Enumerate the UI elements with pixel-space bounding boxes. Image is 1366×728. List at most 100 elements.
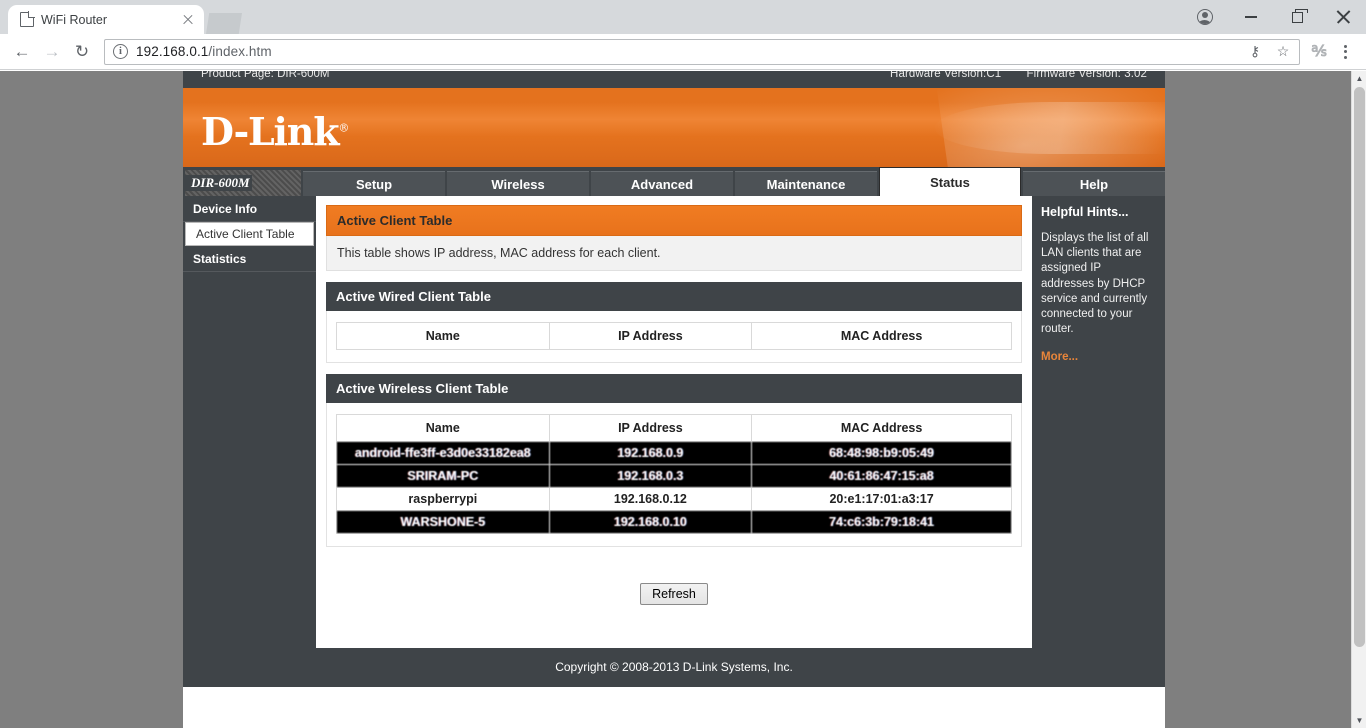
wireless-section-header: Active Wireless Client Table: [326, 374, 1022, 403]
client-ip: 192.168.0.10: [548, 510, 753, 534]
table-row: raspberrypi 192.168.0.12 20:e1:17:01:a3:…: [336, 487, 1012, 511]
maximize-icon: [1291, 8, 1308, 23]
refresh-button[interactable]: Refresh: [640, 583, 708, 605]
close-icon: [1336, 10, 1350, 24]
maximize-button[interactable]: [1274, 0, 1320, 34]
pdf-extension-icon[interactable]: ℁: [1308, 42, 1330, 62]
client-name: raspberrypi: [336, 487, 550, 511]
client-mac: 74:c6:3b:79:18:41: [751, 510, 1012, 534]
client-name: SRIRAM-PC: [336, 464, 550, 488]
client-mac: 68:48:98:b9:05:49: [751, 441, 1012, 465]
model-badge: DIR-600M: [185, 170, 301, 196]
sidebar-item-active-client-table[interactable]: Active Client Table: [185, 222, 314, 246]
sidebar-item-statistics[interactable]: Statistics: [183, 246, 316, 272]
client-name: android-ffe3ff-e3d0e33182ea8: [336, 441, 550, 465]
hints-more-link[interactable]: More...: [1041, 351, 1078, 363]
page-bottom-spacer: [183, 687, 1165, 707]
tab-advanced[interactable]: Advanced: [591, 171, 733, 196]
page-description: This table shows IP address, MAC address…: [326, 236, 1022, 271]
hints-title: Helpful Hints...: [1041, 205, 1129, 219]
new-tab-button[interactable]: [206, 13, 242, 34]
window-controls: [1182, 0, 1366, 34]
wired-client-table: Name IP Address MAC Address: [336, 322, 1012, 350]
url-host: 192.168.0.1: [136, 44, 209, 59]
hardware-version-label: Hardware Version:C1: [890, 71, 1002, 80]
page-footer: Copyright © 2008-2013 D-Link Systems, In…: [183, 648, 1165, 687]
dlink-banner: D-Link®: [183, 88, 1165, 167]
back-button[interactable]: ←: [8, 38, 36, 66]
site-info-icon[interactable]: i: [113, 44, 128, 59]
tab-wireless[interactable]: Wireless: [447, 171, 589, 196]
minimize-button[interactable]: [1228, 0, 1274, 34]
save-password-key-icon[interactable]: ⚷: [1245, 42, 1265, 62]
tab-setup[interactable]: Setup: [303, 171, 445, 196]
wired-table-wrapper: Name IP Address MAC Address: [326, 311, 1022, 363]
vertical-scrollbar[interactable]: ▲ ▼: [1351, 71, 1366, 728]
table-row: WARSHONE-5 192.168.0.10 74:c6:3b:79:18:4…: [336, 510, 1012, 534]
tab-title: WiFi Router: [41, 12, 107, 27]
tab-maintenance[interactable]: Maintenance: [735, 171, 877, 196]
url-path: /index.htm: [208, 44, 272, 59]
client-name: WARSHONE-5: [336, 510, 550, 534]
wireless-client-table: Name IP Address MAC Address android-ffe3…: [336, 414, 1012, 534]
close-tab-icon[interactable]: [180, 12, 196, 28]
sidebar-item-device-info[interactable]: Device Info: [183, 196, 316, 222]
refresh-button-container: Refresh: [326, 547, 1022, 605]
forward-arrow-icon: →: [43, 41, 61, 61]
main-navigation: DIR-600M Setup Wireless Advanced Mainten…: [183, 167, 1165, 196]
scroll-up-arrow-icon[interactable]: ▲: [1352, 71, 1366, 86]
column-header-ip: IP Address: [548, 414, 753, 442]
table-row: android-ffe3ff-e3d0e33182ea8 192.168.0.9…: [336, 441, 1012, 465]
client-mac: 40:61:86:47:15:a8: [751, 464, 1012, 488]
scroll-down-arrow-icon[interactable]: ▼: [1352, 713, 1366, 728]
client-ip: 192.168.0.12: [548, 487, 753, 511]
dlink-logo: D-Link®: [201, 109, 349, 154]
address-bar[interactable]: i 192.168.0.1/index.htm ⚷ ☆: [104, 38, 1300, 65]
nav-tab-list: Setup Wireless Advanced Maintenance Stat…: [303, 167, 1165, 196]
bookmark-star-icon[interactable]: ☆: [1273, 42, 1293, 62]
product-page-label: Product Page: DIR-600M: [201, 71, 330, 80]
column-header-name: Name: [336, 322, 550, 350]
version-info: Hardware Version:C1 Firmware Version: 3.…: [868, 71, 1147, 80]
firmware-version-label: Firmware Version: 3.02: [1026, 71, 1147, 80]
column-header-mac: MAC Address: [751, 414, 1012, 442]
page-title: Active Client Table: [326, 205, 1022, 236]
url-text: 192.168.0.1/index.htm: [136, 44, 1237, 59]
tab-status[interactable]: Status: [879, 167, 1021, 196]
brand-name: D-Link: [201, 109, 340, 154]
back-arrow-icon: ←: [13, 41, 31, 61]
registered-mark-icon: ®: [338, 121, 349, 135]
reload-icon: ↻: [74, 41, 90, 61]
wireless-table-body: android-ffe3ff-e3d0e33182ea8 192.168.0.9…: [336, 441, 1012, 534]
wireless-table-wrapper: Name IP Address MAC Address android-ffe3…: [326, 403, 1022, 547]
close-window-button[interactable]: [1320, 0, 1366, 34]
column-header-ip: IP Address: [548, 322, 753, 350]
browser-window: WiFi Router ← → ↻ i 192.168.0.1/index.ht: [0, 0, 1366, 728]
table-header-row: Name IP Address MAC Address: [336, 414, 1012, 442]
account-icon: [1197, 9, 1213, 25]
forward-button[interactable]: →: [38, 38, 66, 66]
sidebar: Device Info Active Client Table Statisti…: [183, 196, 316, 648]
hints-body: Displays the list of all LAN clients tha…: [1041, 232, 1149, 336]
profile-button[interactable]: [1182, 0, 1228, 34]
model-label: DIR-600M: [185, 175, 252, 191]
column-header-name: Name: [336, 414, 550, 442]
scrollbar-thumb[interactable]: [1354, 87, 1365, 647]
reload-button[interactable]: ↻: [68, 38, 96, 66]
helpful-hints-panel: Helpful Hints... Displays the list of al…: [1032, 196, 1165, 648]
tab-help[interactable]: Help: [1023, 171, 1165, 196]
browser-tab-wifi-router[interactable]: WiFi Router: [8, 5, 204, 34]
client-ip: 192.168.0.3: [548, 464, 753, 488]
client-mac: 20:e1:17:01:a3:17: [751, 487, 1012, 511]
page-favicon-icon: [20, 11, 35, 27]
table-row: SRIRAM-PC 192.168.0.3 40:61:86:47:15:a8: [336, 464, 1012, 488]
banner-swoosh-decoration: [935, 102, 1165, 154]
minimize-icon: [1245, 16, 1257, 18]
browser-toolbar: ← → ↻ i 192.168.0.1/index.htm ⚷ ☆ ℁: [0, 34, 1366, 70]
chrome-menu-icon[interactable]: [1332, 38, 1358, 66]
wired-section-header: Active Wired Client Table: [326, 282, 1022, 311]
table-header-row: Name IP Address MAC Address: [336, 322, 1012, 350]
page-body: Device Info Active Client Table Statisti…: [183, 196, 1165, 648]
tab-strip: WiFi Router: [0, 0, 1366, 34]
client-ip: 192.168.0.9: [548, 441, 753, 465]
